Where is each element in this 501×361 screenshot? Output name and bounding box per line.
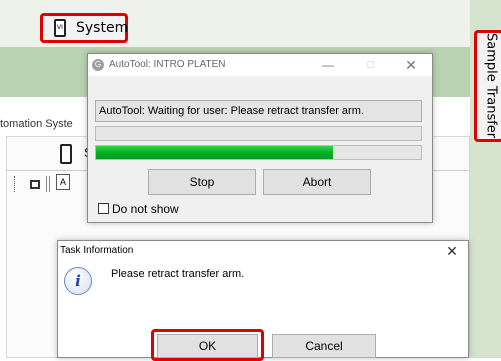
vi-icon: [54, 19, 66, 37]
progress-fill: [96, 146, 334, 159]
ok-button[interactable]: OK: [157, 334, 258, 358]
task-info-message: Please retract transfer arm.: [111, 268, 245, 280]
autotool-title-bar[interactable]: G AutoTool: INTRO PLATEN — □ ✕: [88, 54, 432, 76]
autotool-title: AutoTool: INTRO PLATEN: [109, 59, 226, 70]
maximize-icon[interactable]: □: [362, 56, 380, 74]
minimize-icon[interactable]: —: [319, 56, 337, 74]
cancel-button[interactable]: Cancel: [272, 334, 376, 358]
system-button[interactable]: System: [40, 13, 128, 43]
toolbar-separator: [46, 176, 50, 192]
system-button-label: System: [76, 20, 129, 36]
do-not-show-label[interactable]: Do not show: [112, 202, 179, 216]
text-icon[interactable]: A: [56, 174, 70, 190]
autotool-icon: G: [92, 59, 104, 71]
do-not-show-checkbox[interactable]: [98, 203, 109, 214]
close-icon[interactable]: ✕: [443, 242, 461, 260]
sample-transfer-label: Sample Transfer: [483, 33, 499, 139]
close-icon[interactable]: ✕: [402, 56, 420, 74]
autotool-window: G AutoTool: INTRO PLATEN — □ ✕ AutoTool:…: [87, 53, 433, 223]
vi-icon: [60, 144, 72, 164]
menu-text[interactable]: tomation Syste: [0, 118, 90, 134]
task-info-title: Task Information: [60, 245, 134, 256]
task-information-dialog: Task Information ✕ i Please retract tran…: [57, 240, 469, 361]
status-message: AutoTool: Waiting for user: Please retra…: [95, 100, 422, 122]
progress-bar: [95, 145, 422, 160]
information-icon: i: [64, 267, 92, 295]
abort-button[interactable]: Abort: [263, 169, 371, 195]
window-icon[interactable]: [30, 180, 40, 189]
empty-progress-bar: [95, 126, 422, 141]
stop-button[interactable]: Stop: [148, 169, 256, 195]
toolbar-grip: [14, 176, 18, 192]
task-info-title-bar[interactable]: Task Information ✕: [58, 241, 468, 261]
